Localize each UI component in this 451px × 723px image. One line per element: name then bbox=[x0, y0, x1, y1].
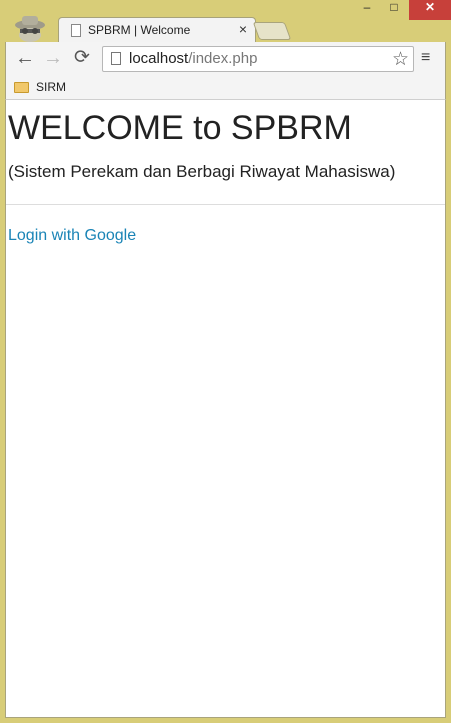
menu-icon[interactable]: ≡ bbox=[421, 49, 430, 67]
minimize-button[interactable]: ‒ bbox=[354, 0, 380, 20]
divider bbox=[6, 204, 445, 205]
toolbar: ← → ⟳ localhost/index.php ☆ ≡ bbox=[5, 42, 446, 76]
url-text[interactable]: localhost/index.php bbox=[129, 50, 257, 67]
close-window-button[interactable]: ✕ bbox=[409, 0, 451, 20]
url-path: /index.php bbox=[188, 50, 258, 67]
incognito-icon bbox=[15, 16, 45, 42]
page-content: WELCOME to SPBRM (Sistem Perekam dan Ber… bbox=[5, 100, 446, 718]
bookmarks-bar: SIRM bbox=[5, 76, 446, 100]
reload-icon[interactable]: ⟳ bbox=[74, 48, 90, 68]
bookmark-star-icon[interactable]: ☆ bbox=[392, 48, 409, 71]
browser-window: SPBRM | Welcome × ‒ □ ✕ ← → ⟳ localhost/… bbox=[0, 0, 451, 723]
tab-active[interactable]: SPBRM | Welcome × bbox=[58, 17, 256, 44]
address-bar[interactable]: localhost/index.php ☆ bbox=[102, 46, 414, 72]
url-host: localhost bbox=[129, 50, 189, 67]
page-subtitle: (Sistem Perekam dan Berbagi Riwayat Maha… bbox=[8, 162, 396, 181]
forward-arrow-icon[interactable]: → bbox=[43, 48, 63, 68]
login-with-google-link[interactable]: Login with Google bbox=[8, 227, 136, 245]
back-arrow-icon[interactable]: ← bbox=[15, 48, 35, 68]
title-bar: SPBRM | Welcome × ‒ □ ✕ bbox=[0, 0, 451, 44]
bookmark-label: SIRM bbox=[36, 80, 66, 94]
tab-title: SPBRM | Welcome bbox=[88, 23, 191, 37]
tab-close-icon[interactable]: × bbox=[239, 21, 247, 37]
page-icon bbox=[111, 52, 121, 65]
maximize-button[interactable]: □ bbox=[381, 0, 407, 20]
page-title: WELCOME to SPBRM bbox=[8, 109, 352, 147]
page-icon bbox=[71, 24, 81, 37]
folder-icon bbox=[14, 82, 29, 93]
new-tab-button[interactable] bbox=[252, 22, 292, 40]
